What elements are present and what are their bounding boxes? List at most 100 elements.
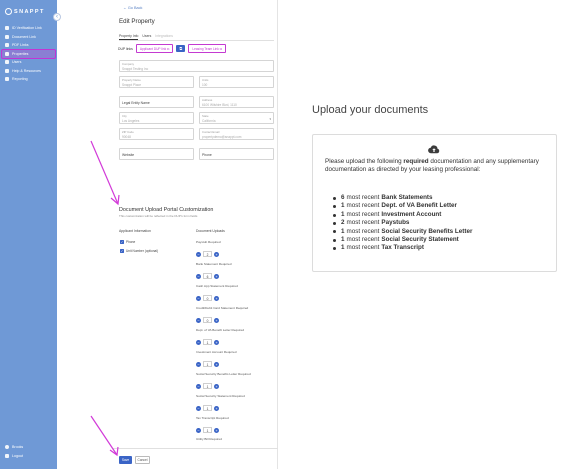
doc-required-label: Dept. of VA Benefit Letter Required bbox=[196, 328, 245, 332]
unit-number-checkbox[interactable]: ✓ Unit Number (optional) bbox=[120, 249, 158, 253]
tax-transcript-stepper: − 1 + bbox=[196, 427, 219, 433]
zip-field[interactable]: ZIP Code 90048 bbox=[119, 128, 194, 140]
investment-account-count[interactable]: 1 bbox=[203, 361, 212, 367]
increment-button[interactable]: + bbox=[214, 427, 219, 433]
sidebar-item-pdf-links[interactable]: PDF Links bbox=[2, 41, 55, 50]
applicant-info-heading: Applicant Information bbox=[119, 229, 151, 233]
decrement-button[interactable]: − bbox=[196, 427, 201, 433]
sidebar-item-reporting[interactable]: Reporting bbox=[2, 75, 55, 84]
decrement-button[interactable]: − bbox=[196, 361, 201, 367]
cash-app-count[interactable]: 0 bbox=[203, 295, 212, 301]
req-doc: Dept. of VA Benefit Letter bbox=[381, 202, 457, 210]
save-button[interactable]: Save bbox=[119, 456, 132, 464]
ss-benefits-stepper: − 1 + bbox=[196, 383, 219, 389]
company-field[interactable]: Company Snappt Testing Inc bbox=[119, 60, 274, 72]
logo[interactable]: SNAPPT bbox=[5, 7, 45, 16]
sidebar-item-label: ID Verification Link bbox=[12, 26, 42, 31]
phone-field[interactable]: Phone bbox=[199, 148, 274, 160]
sidebar-bottom: Brooks Logout bbox=[5, 442, 23, 460]
bullet-icon bbox=[333, 230, 336, 234]
logout-button[interactable]: Logout bbox=[5, 451, 23, 460]
decrement-button[interactable]: − bbox=[196, 251, 201, 257]
sidebar-item-id-verification[interactable]: ID Verification Link bbox=[2, 24, 55, 33]
zip-label: ZIP Code bbox=[122, 130, 134, 134]
tax-transcript-count[interactable]: 1 bbox=[203, 427, 212, 433]
website-field[interactable]: Website bbox=[119, 148, 194, 160]
req-count: 6 bbox=[341, 194, 345, 201]
req-count: 1 bbox=[341, 244, 345, 252]
req-count: 1 bbox=[341, 227, 345, 235]
phone-checkbox[interactable]: ✓ Phone bbox=[120, 240, 135, 244]
list-item: 2 most recent Paystubs bbox=[333, 219, 472, 227]
increment-button[interactable]: + bbox=[214, 273, 219, 279]
intro-text: Please upload the following bbox=[325, 158, 404, 165]
sidebar-item-label: PDF Links bbox=[12, 43, 29, 48]
cancel-button[interactable]: Cancel bbox=[135, 456, 150, 464]
id-card-icon bbox=[5, 26, 9, 31]
logo-icon bbox=[5, 8, 12, 15]
state-select[interactable]: State California ▾ bbox=[199, 112, 274, 124]
increment-button[interactable]: + bbox=[214, 317, 219, 323]
sidebar-item-label: Help & Resources bbox=[12, 68, 41, 73]
increment-button[interactable]: + bbox=[214, 251, 219, 257]
user-menu[interactable]: Brooks bbox=[5, 442, 23, 451]
increment-button[interactable]: + bbox=[214, 383, 219, 389]
ss-statement-stepper: − 1 + bbox=[196, 405, 219, 411]
leasing-team-link[interactable]: Leasing Team Link ⧉ bbox=[188, 44, 227, 53]
list-item: 1 most recent Social Security Benefits Let… bbox=[333, 228, 472, 236]
state-value: California bbox=[202, 119, 216, 123]
credit-card-count[interactable]: 0 bbox=[203, 317, 212, 323]
property-name-field[interactable]: Property Name Snappt Place bbox=[119, 76, 194, 88]
sidebar-item-label: Users bbox=[12, 60, 22, 65]
bank-statement-count[interactable]: 6 bbox=[203, 273, 212, 279]
list-item: 1 most recent Dept. of VA Benefit Letter bbox=[333, 202, 472, 210]
decrement-button[interactable]: − bbox=[196, 339, 201, 345]
paystub-count[interactable]: 2 bbox=[203, 251, 212, 257]
collapse-sidebar-button[interactable]: ‹ bbox=[53, 13, 61, 21]
company-label: Company bbox=[122, 62, 134, 66]
requirements-list: 6 most recent Bank Statements 1 most recent… bbox=[333, 194, 472, 253]
portal-customization-title: Document Upload Portal Customization bbox=[119, 207, 214, 213]
edit-property-panel: ← Go Back Edit Property Property Info Us… bbox=[113, 0, 278, 469]
increment-button[interactable]: + bbox=[214, 361, 219, 367]
address-field[interactable]: Address 6100 Wilshire Blvd, 1110 bbox=[199, 96, 274, 108]
req-text: most recent bbox=[346, 244, 380, 252]
bullet-icon bbox=[333, 247, 336, 251]
legal-entity-field[interactable]: Legal Entity Name bbox=[119, 96, 194, 108]
sidebar-item-properties[interactable]: Properties bbox=[1, 48, 56, 59]
increment-button[interactable]: + bbox=[214, 405, 219, 411]
req-count: 1 bbox=[341, 202, 345, 210]
req-text: most recent bbox=[346, 227, 380, 235]
req-doc: Paystubs bbox=[381, 219, 410, 227]
applicant-dup-link[interactable]: Applicant DUP link ⧉ bbox=[135, 44, 174, 53]
increment-button[interactable]: + bbox=[214, 295, 219, 301]
city-field[interactable]: City Los Angeles bbox=[119, 112, 194, 124]
ss-statement-count[interactable]: 1 bbox=[203, 405, 212, 411]
req-count: 1 bbox=[341, 210, 345, 218]
zip-value: 90048 bbox=[122, 135, 131, 139]
decrement-button[interactable]: − bbox=[196, 383, 201, 389]
increment-button[interactable]: + bbox=[214, 339, 219, 345]
doc-required-label: Tax Transcript Required bbox=[196, 416, 229, 420]
decrement-button[interactable]: − bbox=[196, 317, 201, 323]
decrement-button[interactable]: − bbox=[196, 295, 201, 301]
share-icon[interactable]: ⧉ bbox=[176, 45, 186, 52]
decrement-button[interactable]: − bbox=[196, 405, 201, 411]
state-label: State bbox=[202, 114, 209, 118]
decrement-button[interactable]: − bbox=[196, 273, 201, 279]
va-letter-count[interactable]: 1 bbox=[203, 339, 212, 345]
help-icon bbox=[5, 68, 9, 73]
contact-email-field[interactable]: Contact Email propertydemo@snappt.com bbox=[199, 128, 274, 140]
bullet-icon bbox=[333, 221, 336, 225]
sidebar-item-users[interactable]: Users bbox=[2, 58, 55, 67]
page-title: Edit Property bbox=[119, 18, 155, 25]
sidebar-item-help[interactable]: Help & Resources bbox=[2, 67, 55, 76]
units-field[interactable]: Units 100 bbox=[199, 76, 274, 88]
preview-title: Upload your documents bbox=[312, 104, 429, 116]
pdf-icon bbox=[5, 43, 9, 48]
req-doc: Tax Transcript bbox=[381, 244, 424, 252]
ss-benefits-count[interactable]: 1 bbox=[203, 383, 212, 389]
dup-links-label: DUP links bbox=[118, 46, 133, 51]
back-link[interactable]: ← Go Back bbox=[123, 6, 142, 10]
sidebar-item-document-link[interactable]: Document Link bbox=[2, 33, 55, 42]
